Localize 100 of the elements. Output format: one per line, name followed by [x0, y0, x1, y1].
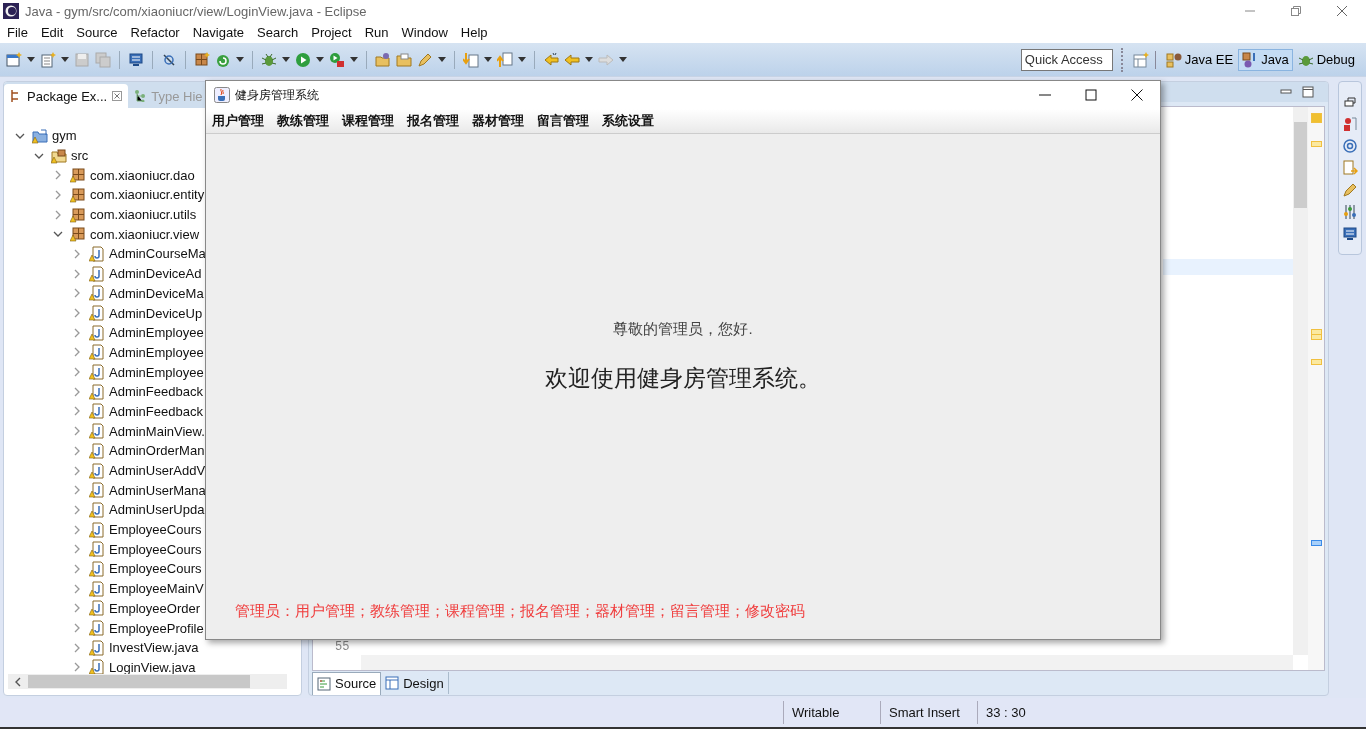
menu-item[interactable]: Search	[257, 25, 299, 40]
menu-item[interactable]: Project	[311, 25, 352, 40]
menu-item[interactable]: Edit	[40, 25, 64, 40]
pen-icon[interactable]	[417, 51, 433, 68]
annotation-marker[interactable]	[1311, 113, 1322, 123]
dropdown-caret-icon[interactable]	[61, 57, 69, 62]
tree-item[interactable]: EmployeeCours	[109, 522, 202, 538]
run-tool-icon[interactable]	[329, 51, 345, 68]
vertical-scrollbar[interactable]	[1293, 107, 1308, 655]
dropdown-caret-icon[interactable]	[484, 57, 492, 62]
tree-item[interactable]: AdminFeedback	[109, 403, 203, 419]
tree-item[interactable]: AdminCourseMa	[109, 246, 206, 262]
monitor-icon[interactable]	[1342, 226, 1358, 242]
back-edit-icon[interactable]	[543, 51, 559, 68]
tree-item[interactable]: gym	[52, 128, 77, 144]
new-class-icon[interactable]	[40, 51, 56, 68]
menu-item[interactable]: Run	[364, 25, 389, 40]
folder-open-icon[interactable]	[375, 51, 391, 68]
menu-item[interactable]: Refactor	[130, 25, 180, 40]
tree-item[interactable]: AdminEmployee	[109, 325, 204, 341]
new-file-icon[interactable]	[6, 51, 22, 68]
menu-item[interactable]: 系统设置	[602, 112, 654, 130]
editor-tab[interactable]: Source	[312, 671, 382, 695]
menu-item[interactable]: Window	[401, 25, 448, 40]
save-icon[interactable]	[74, 51, 90, 68]
dropdown-caret-icon[interactable]	[282, 57, 290, 62]
editor-tab[interactable]: Design	[381, 672, 449, 694]
tree-item[interactable]: AdminUserUpda	[109, 502, 205, 518]
tree-item[interactable]: AdminDeviceAd	[109, 266, 202, 282]
menu-item[interactable]: 课程管理	[342, 112, 394, 130]
down-doc-icon[interactable]	[463, 51, 479, 68]
perspective-button[interactable]: Debug	[1293, 48, 1359, 71]
tree-item[interactable]: EmployeeProfile	[109, 620, 204, 636]
tree-item[interactable]: com.xiaoniucr.dao	[90, 167, 195, 183]
sliders-icon[interactable]	[1342, 204, 1358, 220]
maximize-icon[interactable]	[1085, 89, 1097, 101]
menu-item[interactable]: 器材管理	[472, 112, 524, 130]
perspective-button[interactable]: Java EE	[1161, 48, 1238, 71]
run-icon[interactable]	[295, 51, 311, 68]
save-all-icon[interactable]	[95, 51, 111, 68]
annotation-marker[interactable]	[1311, 540, 1322, 546]
horizontal-scrollbar[interactable]	[8, 674, 287, 689]
monitor-icon[interactable]	[128, 51, 144, 68]
dropdown-caret-icon[interactable]	[27, 57, 35, 62]
tree-item[interactable]: AdminUserMana	[109, 482, 206, 498]
folder-icon[interactable]	[396, 51, 412, 68]
tree-item[interactable]: AdminFeedback	[109, 384, 203, 400]
bug-icon[interactable]	[261, 51, 277, 68]
dropdown-caret-icon[interactable]	[350, 57, 358, 62]
package-icon[interactable]	[194, 51, 210, 68]
pen-icon[interactable]	[1342, 182, 1358, 198]
tree-item[interactable]: AdminDeviceMa	[109, 285, 204, 301]
tree-item[interactable]: EmployeeMainV	[109, 581, 204, 597]
menu-item[interactable]: 报名管理	[407, 112, 459, 130]
horizontal-scrollbar[interactable]	[361, 655, 1293, 670]
tree-item[interactable]: AdminEmployee	[109, 344, 204, 360]
menu-item[interactable]: 用户管理	[212, 112, 264, 130]
tree-item[interactable]: AdminEmployee	[109, 364, 204, 380]
back-icon[interactable]	[564, 51, 580, 68]
up-doc-icon[interactable]	[497, 51, 513, 68]
link-icon[interactable]	[161, 51, 177, 68]
dropdown-caret-icon[interactable]	[236, 57, 244, 62]
close-icon[interactable]	[1131, 89, 1143, 101]
tree-item[interactable]: EmployeeCours	[109, 541, 202, 557]
view-tab[interactable]: Package Ex...	[4, 84, 129, 108]
tree-item[interactable]: InvestView.java	[109, 640, 199, 656]
tree-item[interactable]: AdminMainView.	[109, 423, 205, 439]
restore-icon[interactable]	[1290, 5, 1302, 17]
scroll-left-icon[interactable]	[14, 676, 22, 687]
tree-item[interactable]: LoginView.java	[109, 659, 196, 674]
maximize-icon[interactable]	[1302, 86, 1314, 98]
dropdown-caret-icon[interactable]	[619, 57, 627, 62]
tree-item[interactable]: AdminUserAddV	[109, 463, 206, 479]
tree-item[interactable]: com.xiaoniucr.utils	[90, 207, 197, 223]
annotation-marker[interactable]	[1311, 141, 1322, 147]
open-perspective-icon[interactable]	[1132, 51, 1149, 68]
restore-icon[interactable]	[1342, 94, 1358, 110]
annotation-marker[interactable]	[1311, 359, 1322, 365]
menu-item[interactable]: 留言管理	[537, 112, 589, 130]
annotation-marker[interactable]	[1311, 334, 1322, 340]
quick-access-field[interactable]: Quick Access	[1020, 48, 1113, 71]
menu-item[interactable]: 教练管理	[277, 112, 329, 130]
tree-item[interactable]: com.xiaoniucr.view	[90, 226, 200, 242]
tree-item[interactable]: AdminDeviceUp	[109, 305, 203, 321]
menu-item[interactable]: Help	[460, 25, 488, 40]
dropdown-caret-icon[interactable]	[585, 57, 593, 62]
tree-item[interactable]: com.xiaoniucr.entity	[90, 187, 205, 203]
breakpoint-icon[interactable]	[1342, 116, 1358, 132]
tree-item[interactable]: AdminOrderMan	[109, 443, 205, 459]
dropdown-caret-icon[interactable]	[316, 57, 324, 62]
tree-item[interactable]: EmployeeOrder	[109, 600, 201, 616]
menu-item[interactable]: Source	[76, 25, 118, 40]
menu-item[interactable]: File	[7, 25, 28, 40]
dropdown-caret-icon[interactable]	[518, 57, 526, 62]
perspective-button[interactable]: Java	[1238, 48, 1293, 71]
document-arrow-icon[interactable]	[1342, 160, 1358, 176]
menu-item[interactable]: Navigate	[192, 25, 244, 40]
tree-item[interactable]: EmployeeCours	[109, 561, 202, 577]
dropdown-caret-icon[interactable]	[438, 57, 446, 62]
tree-item[interactable]: src	[71, 148, 89, 164]
